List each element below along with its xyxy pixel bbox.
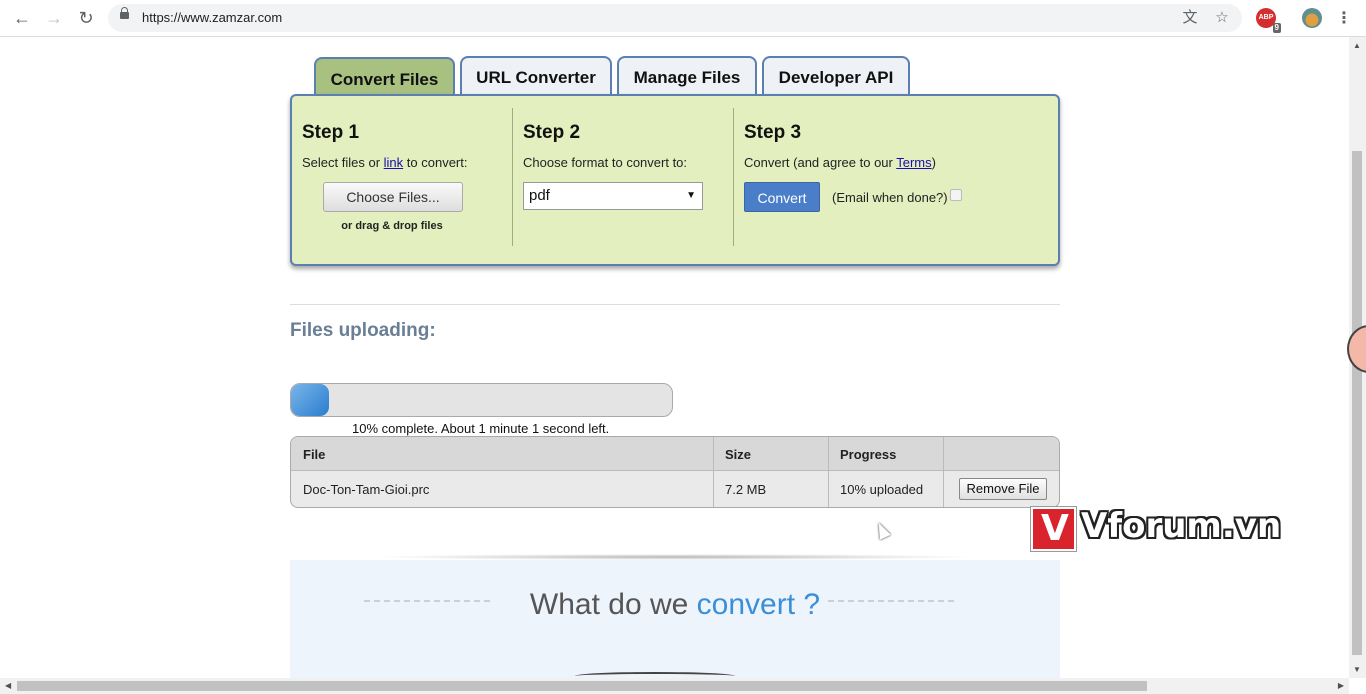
row-file-name: Doc-Ton-Tam-Gioi.prc <box>303 482 430 497</box>
browser-toolbar: ← → ↻ https://www.zamzar.com 文 ☆ ABP 9 ⋮ <box>0 0 1366 37</box>
banner-title-text: What do we <box>529 588 697 621</box>
files-table: File Size Progress Doc-Ton-Tam-Gioi.prc … <box>290 436 1060 508</box>
step-1-desc-tail: to convert: <box>403 155 468 170</box>
step-3: Step 3 Convert (and agree to our Terms) … <box>734 96 1054 264</box>
scroll-up-arrow-icon[interactable]: ▲ <box>1353 41 1361 50</box>
column-separator <box>943 437 944 507</box>
step-1-title: Step 1 <box>302 122 360 143</box>
what-do-we-convert-banner: What do we convert ? <box>290 560 1060 678</box>
step-2: Step 2 Choose format to convert to: pdf … <box>513 96 733 264</box>
step-1-description: Select files or link to convert: <box>302 155 467 170</box>
adblock-label: ABP <box>1258 14 1274 21</box>
banner-title: What do we convert ? <box>290 588 1060 622</box>
tab-convert-files[interactable]: Convert Files <box>314 57 455 97</box>
converter-panel: Step 1 Select files or link to convert: … <box>290 94 1060 266</box>
section-divider <box>290 304 1060 305</box>
tab-developer-api[interactable]: Developer API <box>762 56 910 94</box>
banner-title-highlight: convert ? <box>696 588 821 621</box>
adblock-count-badge: 9 <box>1272 23 1281 33</box>
step-2-description: Choose format to convert to: <box>523 155 688 170</box>
header-size: Size <box>725 447 752 462</box>
step-2-title: Step 2 <box>523 122 581 143</box>
format-select[interactable]: pdf ▼ <box>523 182 703 210</box>
convert-button[interactable]: Convert <box>744 182 820 212</box>
terms-link[interactable]: Terms <box>896 155 931 170</box>
drag-drop-note: or drag & drop files <box>341 220 443 232</box>
column-separator <box>713 437 714 507</box>
header-progress: Progress <box>840 447 897 462</box>
scroll-right-arrow-icon[interactable]: ▶ <box>1338 681 1344 690</box>
vforum-watermark-text: Vforum.vn <box>1081 506 1282 546</box>
scroll-down-arrow-icon[interactable]: ▼ <box>1353 665 1361 674</box>
tab-url-converter[interactable]: URL Converter <box>460 56 612 94</box>
choose-files-button[interactable]: Choose Files... <box>323 182 463 212</box>
step-3-title: Step 3 <box>744 122 802 143</box>
adblock-extension-icon[interactable]: ABP 9 <box>1256 8 1281 33</box>
lock-icon <box>120 7 129 19</box>
address-bar[interactable]: https://www.zamzar.com 文 ☆ <box>108 4 1242 32</box>
step-3-desc-tail: ) <box>931 155 936 170</box>
email-when-done-checkbox[interactable] <box>950 189 962 201</box>
files-uploading-heading: Files uploading: <box>290 320 436 341</box>
format-select-value: pdf <box>529 187 550 204</box>
back-arrow-icon[interactable]: ← <box>10 6 34 30</box>
forward-arrow-icon[interactable]: → <box>42 6 66 30</box>
vertical-scroll-thumb[interactable] <box>1352 151 1362 655</box>
vforum-logo: V <box>1031 507 1076 551</box>
dropdown-arrow-icon: ▼ <box>686 190 696 201</box>
horizontal-scrollbar[interactable]: ◀ ▶ <box>0 678 1349 694</box>
upload-progress-bar <box>290 383 673 417</box>
reload-icon[interactable]: ↻ <box>74 6 98 30</box>
upload-progress-fill <box>291 384 330 416</box>
header-file: File <box>303 447 326 462</box>
vforum-logo-letter: V <box>1041 508 1069 549</box>
translate-icon[interactable]: 文 <box>1180 8 1200 28</box>
row-file-progress: 10% uploaded <box>840 482 924 497</box>
step-1: Step 1 Select files or link to convert: … <box>292 96 512 264</box>
scroll-left-arrow-icon[interactable]: ◀ <box>5 681 11 690</box>
step-3-description: Convert (and agree to our Terms) <box>744 155 936 170</box>
link-link[interactable]: link <box>384 155 404 170</box>
mouse-cursor-icon <box>873 520 891 540</box>
url-text[interactable]: https://www.zamzar.com <box>142 10 282 25</box>
step-1-desc-text: Select files or <box>302 155 384 170</box>
row-file-size: 7.2 MB <box>725 482 767 497</box>
profile-avatar[interactable] <box>1302 8 1322 28</box>
upload-progress-text: 10% complete. About 1 minute 1 second le… <box>352 421 610 436</box>
tab-manage-files[interactable]: Manage Files <box>617 56 757 94</box>
email-when-done-label: (Email when done?) <box>832 190 948 205</box>
column-separator <box>828 437 829 507</box>
browser-menu-icon[interactable]: ⋮ <box>1336 8 1352 28</box>
horizontal-scroll-thumb[interactable] <box>17 681 1147 691</box>
step-3-desc-text: Convert (and agree to our <box>744 155 897 170</box>
bookmark-star-icon[interactable]: ☆ <box>1212 8 1232 28</box>
remove-file-button[interactable]: Remove File <box>959 478 1047 500</box>
